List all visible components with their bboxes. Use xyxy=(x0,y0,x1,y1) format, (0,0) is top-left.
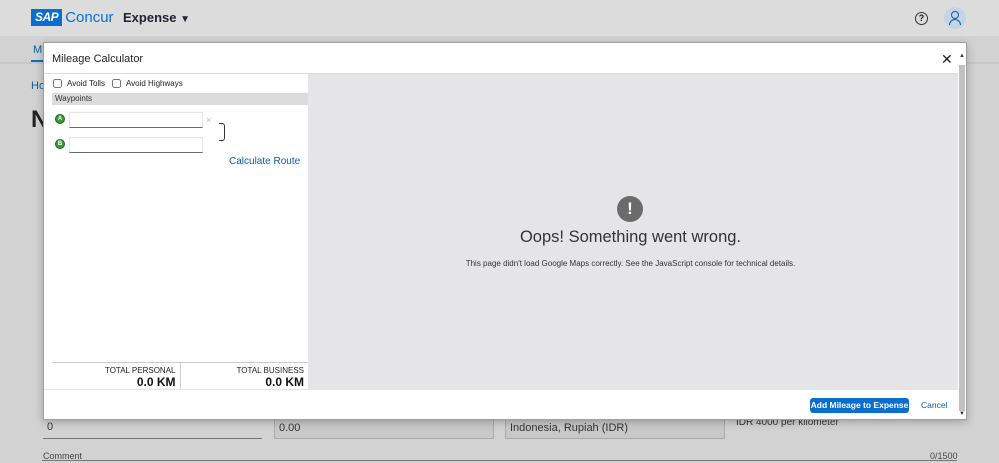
dialog-scrollbar[interactable]: ▲ ▼ xyxy=(958,51,966,420)
user-profile-icon[interactable] xyxy=(944,7,966,29)
add-mileage-button[interactable]: Add Mileage to Expense xyxy=(810,398,909,413)
chevron-down-icon: ▼ xyxy=(180,14,191,25)
bg-currency-field: Indonesia, Rupiah (IDR) xyxy=(505,418,725,439)
total-business-value: 0.0 KM xyxy=(265,375,304,389)
avoid-highways-checkbox[interactable] xyxy=(111,79,121,88)
total-business: TOTAL BUSINESS 0.0 KM xyxy=(179,363,309,389)
footer-divider xyxy=(44,389,958,390)
dialog-title: Mileage Calculator xyxy=(52,53,144,65)
map-area[interactable]: ! Oops! Something went wrong. This page … xyxy=(308,74,958,389)
expense-menu-label: Expense xyxy=(123,10,177,25)
mileage-calculator-dialog: Mileage Calculator ✕ Avoid Tolls Avoid H… xyxy=(43,42,967,420)
app-header: SAP Concur Expense ▼ ? xyxy=(0,0,999,36)
route-options: Avoid Tolls Avoid Highways xyxy=(53,79,190,88)
remove-waypoint-icon[interactable]: × xyxy=(206,115,211,125)
total-personal: TOTAL PERSONAL 0.0 KM xyxy=(52,363,180,389)
expense-menu[interactable]: Expense ▼ xyxy=(123,10,190,25)
swap-waypoints-icon[interactable] xyxy=(219,123,225,141)
cancel-button[interactable]: Cancel xyxy=(921,400,947,410)
marker-b-icon: B xyxy=(55,139,65,149)
concur-logo[interactable]: SAP Concur xyxy=(31,9,114,26)
close-icon[interactable]: ✕ xyxy=(941,51,953,68)
waypoint-b-input[interactable] xyxy=(69,137,203,153)
total-personal-value: 0.0 KM xyxy=(136,375,176,389)
bg-comment-field xyxy=(42,460,957,461)
sap-logo-text: SAP xyxy=(31,9,63,26)
waypoint-a-input[interactable] xyxy=(69,112,203,128)
error-icon: ! xyxy=(617,196,643,222)
route-panel: Avoid Tolls Avoid Highways Waypoints A ×… xyxy=(52,74,308,389)
scroll-down-icon[interactable]: ▼ xyxy=(959,411,965,417)
total-personal-label: TOTAL PERSONAL xyxy=(104,366,176,375)
total-business-label: TOTAL BUSINESS xyxy=(236,366,304,375)
scroll-up-icon[interactable]: ▲ xyxy=(959,53,965,59)
concur-logo-text: Concur xyxy=(65,9,114,26)
mileage-totals: TOTAL PERSONAL 0.0 KM TOTAL BUSINESS 0.0… xyxy=(52,362,308,389)
avoid-tolls-label: Avoid Tolls xyxy=(67,79,105,88)
bg-amount-field: 0.00 xyxy=(274,418,494,439)
bg-quantity-field: 0 xyxy=(43,418,262,439)
waypoints-header: Waypoints xyxy=(52,93,308,105)
bg-tab: M xyxy=(33,44,43,56)
calculate-route-link[interactable]: Calculate Route xyxy=(229,156,300,167)
help-icon[interactable]: ? xyxy=(915,12,928,25)
scroll-thumb[interactable] xyxy=(959,65,965,411)
error-title: Oops! Something went wrong. xyxy=(519,228,742,246)
marker-a-icon: A xyxy=(55,114,65,124)
avoid-highways-label: Avoid Highways xyxy=(125,79,183,88)
error-description: This page didn't load Google Maps correc… xyxy=(465,259,796,268)
avoid-tolls-checkbox[interactable] xyxy=(53,79,62,88)
